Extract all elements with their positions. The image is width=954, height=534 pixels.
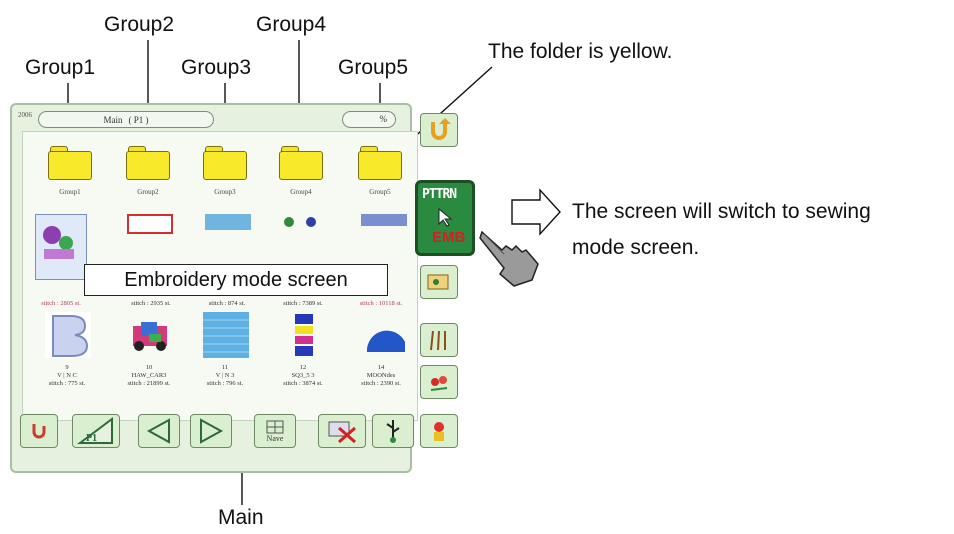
stitch-count: stitch : 796 st. (206, 380, 244, 387)
thread-button[interactable] (420, 323, 458, 357)
pattern-thumbnail[interactable] (45, 312, 91, 358)
nave-label: Nave (266, 433, 284, 443)
folder-icon[interactable] (279, 146, 323, 180)
stitch-count: stitch : 7389 st. (283, 300, 323, 307)
pattern-caption: 12 SQ3_5 3 stitch : 3874 st. (267, 364, 339, 388)
svg-text:P1: P1 (86, 433, 97, 444)
pattern-preview (295, 314, 313, 356)
pattern-number: 10 (145, 364, 153, 371)
left-triangle-icon (146, 418, 170, 444)
pattern-number: 12 (299, 364, 307, 371)
stitch-count: stitch : 874 st. (208, 300, 246, 307)
set-button[interactable] (420, 414, 458, 448)
annotation-folder-note: The folder is yellow. (488, 40, 673, 63)
pattern-name: MOONdes (366, 372, 396, 379)
needles-icon (430, 330, 446, 351)
annotation-group5: Group5 (338, 56, 409, 79)
usb-icon (386, 420, 400, 443)
stitch-count: stitch : 10118 st. (359, 300, 403, 307)
folder-title-bar: Main ( P1 ) (38, 111, 214, 128)
right-triangle-icon (200, 418, 224, 444)
pointing-hand-icon (479, 230, 539, 287)
annotation-switch-line2: mode screen. (572, 236, 700, 259)
stitch-count: stitch : 2390 st. (361, 380, 401, 387)
cursor-icon (438, 207, 453, 227)
pattern-thumbnail[interactable] (293, 312, 315, 358)
pattern-preview (284, 217, 316, 227)
pattern-preview (133, 322, 167, 351)
embroidery-mode-callout: Embroidery mode screen (84, 264, 388, 296)
page-button[interactable]: P1 (72, 414, 120, 448)
pattern-caption: 11 V | N 3 stitch : 796 st. (189, 364, 261, 388)
pattern-name: SQ3_5 3 (291, 372, 315, 379)
folder-label: Group3 (214, 188, 236, 196)
folder-icon[interactable] (126, 146, 170, 180)
stitch-count: stitch : 2805 st. (41, 300, 81, 307)
stitch-count: stitch : 775 st. (48, 380, 86, 387)
zoom-indicator: % (342, 111, 396, 128)
pattern-thumbnail[interactable] (205, 214, 251, 230)
stitch-count: stitch : 2935 st. (131, 300, 171, 307)
pattern-thumbnail[interactable] (361, 214, 407, 226)
next-page-button[interactable] (190, 414, 232, 448)
annotation-main: Main (218, 506, 264, 529)
back-button[interactable] (20, 414, 58, 448)
annotation-switch-line1: The screen will switch to sewing (572, 200, 871, 223)
page-triangle-icon: P1 (77, 417, 113, 444)
pattern-name: V | N 3 (215, 372, 235, 379)
annotation-group3: Group3 (181, 56, 252, 79)
pattern-thumbnail[interactable] (127, 312, 173, 358)
return-button[interactable] (420, 113, 458, 147)
delete-button[interactable] (318, 414, 366, 448)
pattern-caption: 14 MOONdes stitch : 2390 st. (345, 364, 417, 388)
pattern-thumbnail[interactable] (35, 214, 87, 280)
pattern-thumbnail[interactable] (127, 214, 173, 234)
usb-button[interactable] (372, 414, 414, 448)
pattern-preview (52, 315, 89, 357)
u-turn-icon (431, 118, 451, 140)
grid-icon (266, 420, 284, 433)
pattern-name: V | N C (57, 372, 77, 379)
folder-icon[interactable] (48, 146, 92, 180)
pattern-thumbnail[interactable] (281, 214, 327, 230)
folder-label: Group1 (59, 188, 81, 196)
pattern-thumbnail[interactable] (363, 312, 409, 358)
pttrn-emb-button[interactable]: PTTRN EMB (415, 180, 475, 256)
pattern-preview (366, 330, 405, 352)
pattern-number: 9 (65, 364, 69, 371)
pattern-name: HAW_CAR3 (131, 372, 167, 379)
nave-button[interactable]: Nave (254, 414, 296, 448)
stitch-count: stitch : 3874 st. (283, 380, 323, 387)
pattern-thumbnail[interactable] (203, 312, 249, 358)
pttrn-label: PTTRN (422, 187, 457, 202)
u-turn-icon (32, 424, 46, 439)
folder-icon[interactable] (203, 146, 247, 180)
pattern-preview (203, 319, 249, 353)
pattern-number: 11 (221, 364, 229, 371)
folder-title: Main (103, 114, 123, 125)
panel-corner-label: 2006 (18, 111, 32, 119)
delete-icon (328, 421, 356, 444)
annotation-group1: Group1 (25, 56, 96, 79)
pattern-number: 14 (377, 364, 385, 371)
flower-button[interactable] (420, 365, 458, 399)
pattern-preview (43, 226, 74, 259)
annotation-group4: Group4 (256, 13, 327, 36)
menu-button[interactable] (420, 265, 458, 299)
pattern-caption: 9 V | N C stitch : 775 st. (31, 364, 103, 388)
annotation-group2: Group2 (104, 13, 175, 36)
emb-label: EMB (432, 229, 466, 246)
folder-label: Group4 (290, 188, 312, 196)
pattern-card-icon (427, 274, 449, 290)
stitch-count: stitch : 21899 st. (127, 380, 171, 387)
pattern-caption: 10 HAW_CAR3 stitch : 21899 st. (113, 364, 185, 388)
page-indicator: ( P1 ) (128, 114, 149, 125)
prev-page-button[interactable] (138, 414, 180, 448)
flower-pot-icon (434, 422, 444, 441)
folder-icon[interactable] (358, 146, 402, 180)
folder-label: Group2 (137, 188, 159, 196)
flower-icon (430, 376, 448, 391)
folder-label: Group5 (369, 188, 391, 196)
